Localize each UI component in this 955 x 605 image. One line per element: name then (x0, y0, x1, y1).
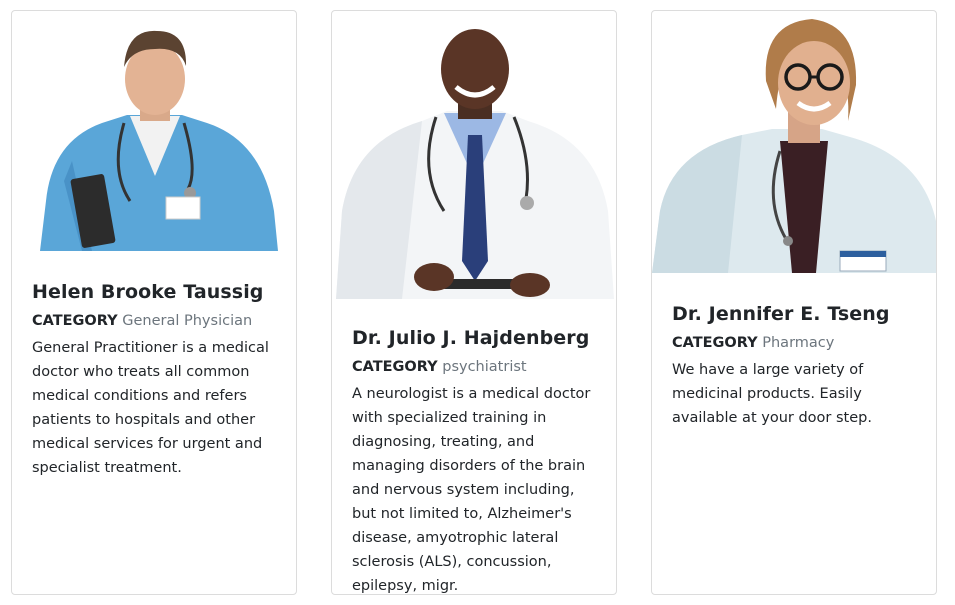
category-label: CATEGORY (32, 313, 118, 329)
category-value: psychiatrist (442, 359, 527, 375)
doctor-description: A neurologist is a medical doctor with s… (352, 386, 591, 594)
doctor-category: CATEGORY Pharmacy (672, 335, 922, 351)
doctor-card: Dr. Jennifer E. Tseng CATEGORY Pharmacy … (651, 10, 937, 595)
doctor-name: Dr. Jennifer E. Tseng (672, 303, 890, 325)
doctor-name: Dr. Julio J. Hajdenberg (352, 327, 590, 349)
category-label: CATEGORY (352, 359, 438, 375)
doctor-photo (332, 11, 616, 299)
doctor-photo (652, 11, 936, 273)
category-value: General Physician (122, 313, 253, 329)
doctor-card: Dr. Julio J. Hajdenberg CATEGORY psychia… (331, 10, 617, 595)
doctor-category: CATEGORY psychiatrist (352, 359, 602, 375)
doctor-name: Helen Brooke Taussig (32, 281, 264, 303)
doctor-card: Helen Brooke Taussig CATEGORY General Ph… (11, 10, 297, 595)
category-value: Pharmacy (762, 335, 835, 351)
doctor-photo (12, 11, 296, 251)
category-label: CATEGORY (672, 335, 758, 351)
doctor-description: General Practitioner is a medical doctor… (32, 340, 269, 476)
doctor-description: We have a large variety of medicinal pro… (672, 362, 872, 426)
doctor-category: CATEGORY General Physician (32, 313, 282, 329)
